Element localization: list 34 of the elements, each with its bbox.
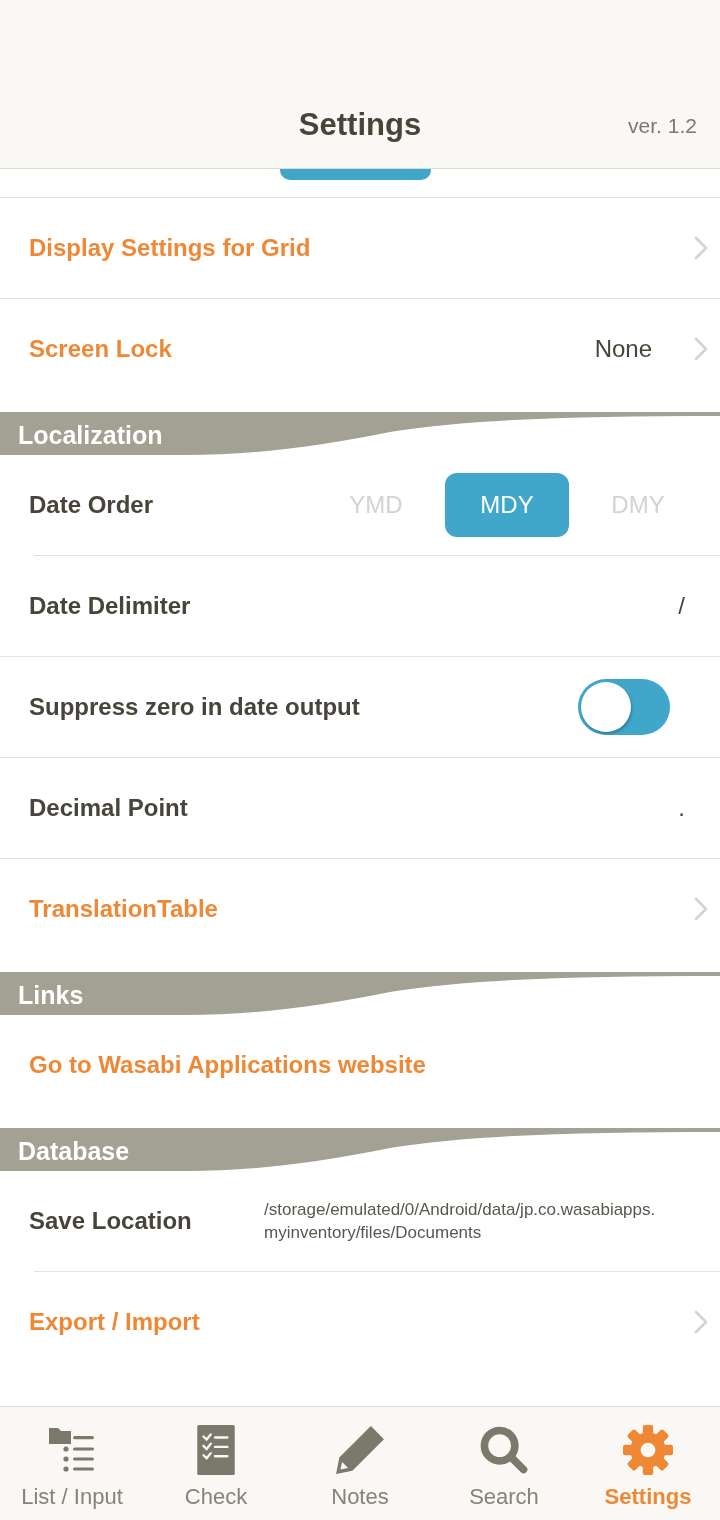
value-text: . bbox=[678, 793, 685, 823]
chevron-icon bbox=[694, 897, 708, 921]
section-title: Links bbox=[18, 979, 84, 1010]
tab-item[interactable]: Check bbox=[144, 1407, 288, 1520]
menu-link[interactable]: Screen Lock bbox=[29, 334, 172, 364]
setting-label: Suppress zero in date output bbox=[29, 692, 360, 722]
section-title: Database bbox=[18, 1135, 130, 1166]
segment-option[interactable]: MDY bbox=[445, 473, 569, 537]
tab-item[interactable]: Settings bbox=[576, 1407, 720, 1520]
pencil-icon bbox=[335, 1425, 385, 1475]
menu-link[interactable]: Go to Wasabi Applications website bbox=[29, 1050, 426, 1080]
version-label: ver. 1.2 bbox=[628, 113, 697, 139]
menu-link[interactable]: TranslationTable bbox=[29, 894, 218, 924]
chevron-icon bbox=[694, 236, 708, 260]
tab-item[interactable]: Search bbox=[432, 1407, 576, 1520]
setting-label: Date Delimiter bbox=[29, 591, 191, 621]
folder-list-icon bbox=[47, 1425, 97, 1475]
screen-title: Settings bbox=[298, 106, 422, 144]
path-text: /storage/emulated/0/Android/data/jp.co.wasabiapps. myinventory/files/Documents bbox=[264, 1199, 657, 1244]
setting-label: Date Order bbox=[29, 490, 154, 520]
menu-link[interactable]: Display Settings for Grid bbox=[29, 233, 311, 263]
setting-label: Decimal Point bbox=[29, 793, 188, 823]
search-icon bbox=[479, 1425, 529, 1475]
value-text: None bbox=[594, 334, 652, 364]
menu-link[interactable]: Export / Import bbox=[29, 1307, 200, 1337]
chevron-icon bbox=[694, 1310, 708, 1334]
gear-icon bbox=[623, 1425, 673, 1475]
section-title: Localization bbox=[18, 419, 163, 450]
setting-label: Save Location bbox=[29, 1206, 192, 1236]
chevron-icon bbox=[694, 337, 708, 361]
tab-item[interactable]: Notes bbox=[288, 1407, 432, 1520]
tab-item[interactable]: List / Input bbox=[0, 1407, 144, 1520]
toggle-switch[interactable] bbox=[578, 679, 670, 735]
value-text: / bbox=[678, 591, 685, 621]
